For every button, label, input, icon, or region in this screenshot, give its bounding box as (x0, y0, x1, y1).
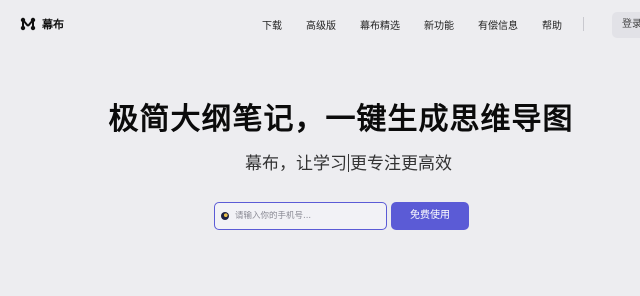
nav-item-paid-info[interactable]: 有偿信息 (478, 17, 518, 32)
moon-dot-icon (221, 212, 229, 220)
hero-title: 极简大纲笔记，一键生成思维导图 (108, 102, 574, 137)
nav-item-download[interactable]: 下载 (262, 17, 282, 32)
page: 幕布 下载 高级版 幕布精选 新功能 有偿信息 帮助 登录 极简大纲笔记，一键生… (0, 0, 640, 296)
nav-item-help[interactable]: 帮助 (542, 17, 562, 32)
phone-input[interactable] (235, 211, 375, 221)
brand-name: 幕布 (42, 18, 64, 31)
hero-subtitle-end: 更专注更高效 (350, 154, 452, 174)
nav-item-premium[interactable]: 高级版 (306, 17, 336, 32)
typing-caret (348, 154, 349, 172)
login-button[interactable]: 登录 (612, 12, 640, 38)
nav-divider (583, 17, 584, 31)
nav-item-new-features[interactable]: 新功能 (424, 17, 454, 32)
main-nav: 下载 高级版 幕布精选 新功能 有偿信息 帮助 (262, 17, 562, 32)
nav-item-featured[interactable]: 幕布精选 (360, 17, 400, 32)
hero-subtitle-start: 幕布，让学习 (245, 154, 347, 174)
hero-subtitle: 幕布，让学习 更专注更高效 (0, 149, 640, 174)
mubu-logo-icon (20, 17, 36, 31)
brand[interactable]: 幕布 (20, 16, 64, 32)
free-use-button[interactable]: 免费使用 (391, 202, 469, 230)
phone-field[interactable] (214, 202, 387, 230)
header: 幕布 下载 高级版 幕布精选 新功能 有偿信息 帮助 登录 (0, 0, 640, 48)
